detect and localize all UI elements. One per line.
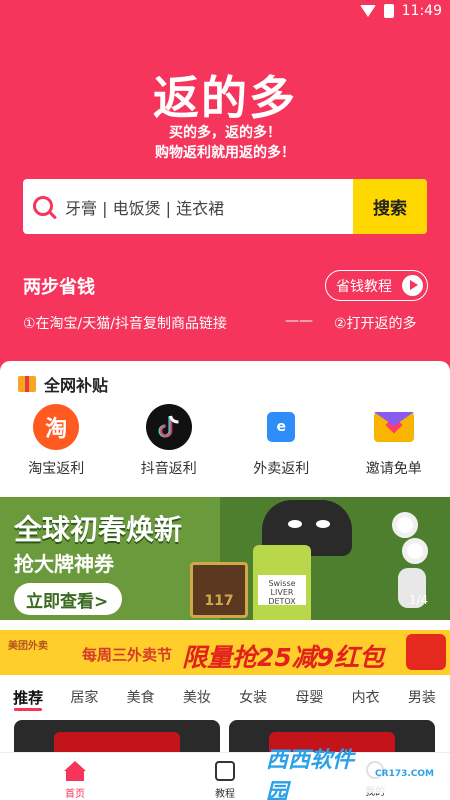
tab-recommend[interactable]: 推荐 [0, 687, 56, 708]
tab-food[interactable]: 美食 [113, 687, 169, 707]
product-label: Swisse LIVER DETOX [258, 575, 306, 606]
tutorial-icon [215, 761, 235, 781]
invite-envelope-icon [370, 404, 417, 450]
subsidy-title-text: 全网补贴 [44, 376, 109, 395]
play-icon [402, 275, 423, 296]
grid-item-douyin[interactable]: 抖音返利 [113, 404, 226, 484]
flower-decoration [402, 538, 428, 564]
steps-title: 两步省钱 [23, 277, 95, 298]
grid-item-invite[interactable]: 邀请免单 [338, 404, 450, 484]
status-right: 11:49 [359, 3, 442, 19]
douyin-icon [145, 404, 192, 450]
slogan-line-1: 买的多，返的多！ [169, 125, 281, 141]
nav-home-label: 首页 [65, 789, 85, 800]
product-jar-image: 117 [190, 562, 248, 618]
grid-label-taobao: 淘宝返利 [28, 461, 85, 477]
red-envelope-icon [406, 634, 446, 670]
tutorial-button[interactable]: 省钱教程 [325, 270, 428, 301]
subsidy-grid: 淘 淘宝返利 抖音返利 e 外卖返利 邀请免单 [0, 404, 450, 484]
promo-text-weekly: 每周三外卖节 [82, 646, 173, 664]
step-separator: —— [285, 313, 313, 329]
grid-item-waimai[interactable]: e 外卖返利 [225, 404, 338, 484]
site-watermark: 西西软件园 CR173.COM [258, 748, 434, 800]
status-bar: 11:49 [0, 0, 450, 24]
grid-label-douyin: 抖音返利 [140, 461, 197, 477]
taobao-icon: 淘 [33, 404, 80, 450]
grid-label-waimai: 外卖返利 [253, 461, 310, 477]
tab-men[interactable]: 男装 [394, 687, 450, 707]
heart-icon [385, 416, 403, 434]
tab-home[interactable]: 居家 [56, 687, 112, 707]
watermark-sub: CR173.COM [375, 769, 434, 779]
battery-icon [383, 4, 394, 18]
tab-baby[interactable]: 母婴 [281, 687, 337, 707]
promo-text-coupon: 限量抢25减9红包 [182, 643, 385, 672]
meituan-logo: 美团外卖 [8, 641, 48, 652]
banner-subtitle: 抢大牌神券 [14, 552, 114, 576]
active-tab-indicator [14, 708, 42, 711]
search-button[interactable]: 搜索 [353, 179, 427, 234]
banner-title: 全球初春焕新 [14, 513, 183, 546]
search-input[interactable]: 牙膏 | 电饭煲 | 连衣裙 [65, 195, 224, 219]
banner-page-indicator: 1/4 [408, 593, 428, 607]
step-one: ①在淘宝/天猫/抖音复制商品链接 [23, 316, 227, 332]
nav-tutorial-label: 教程 [215, 789, 235, 800]
subsidy-title: 全网补贴 [18, 372, 108, 396]
banner-view-button[interactable]: 立即查看> [14, 583, 122, 615]
envelope-shape [373, 412, 414, 442]
step-two: ②打开返的多 [334, 316, 417, 332]
grid-item-taobao[interactable]: 淘 淘宝返利 [0, 404, 113, 484]
tab-women[interactable]: 女装 [225, 687, 281, 707]
slogan-line-2: 购物返利就用返的多！ [155, 145, 295, 161]
watermark-text: 西西软件园 [266, 748, 355, 800]
waimai-icon: e [258, 404, 305, 450]
wifi-icon [359, 5, 376, 17]
flower-decoration [392, 512, 418, 538]
category-tabs: 推荐 居家 美食 美妆 女装 母婴 内衣 男装 [0, 684, 450, 710]
app-title: 返的多 [153, 71, 297, 125]
search-icon [33, 196, 53, 216]
tutorial-button-label: 省钱教程 [336, 278, 392, 295]
home-icon [64, 761, 86, 781]
tab-beauty[interactable]: 美妆 [169, 687, 225, 707]
gift-icon [18, 376, 36, 392]
mascot-eye [316, 520, 330, 528]
grid-label-invite: 邀请免单 [365, 461, 422, 477]
search-bar[interactable]: 牙膏 | 电饭煲 | 连衣裙 搜索 [23, 179, 427, 234]
phone-shape: e [267, 412, 296, 442]
nav-home[interactable]: 首页 [0, 753, 150, 800]
status-time: 11:49 [401, 3, 442, 19]
jar-label: 117 [204, 593, 234, 609]
tab-underwear[interactable]: 内衣 [338, 687, 394, 707]
mascot-eye [288, 520, 302, 528]
